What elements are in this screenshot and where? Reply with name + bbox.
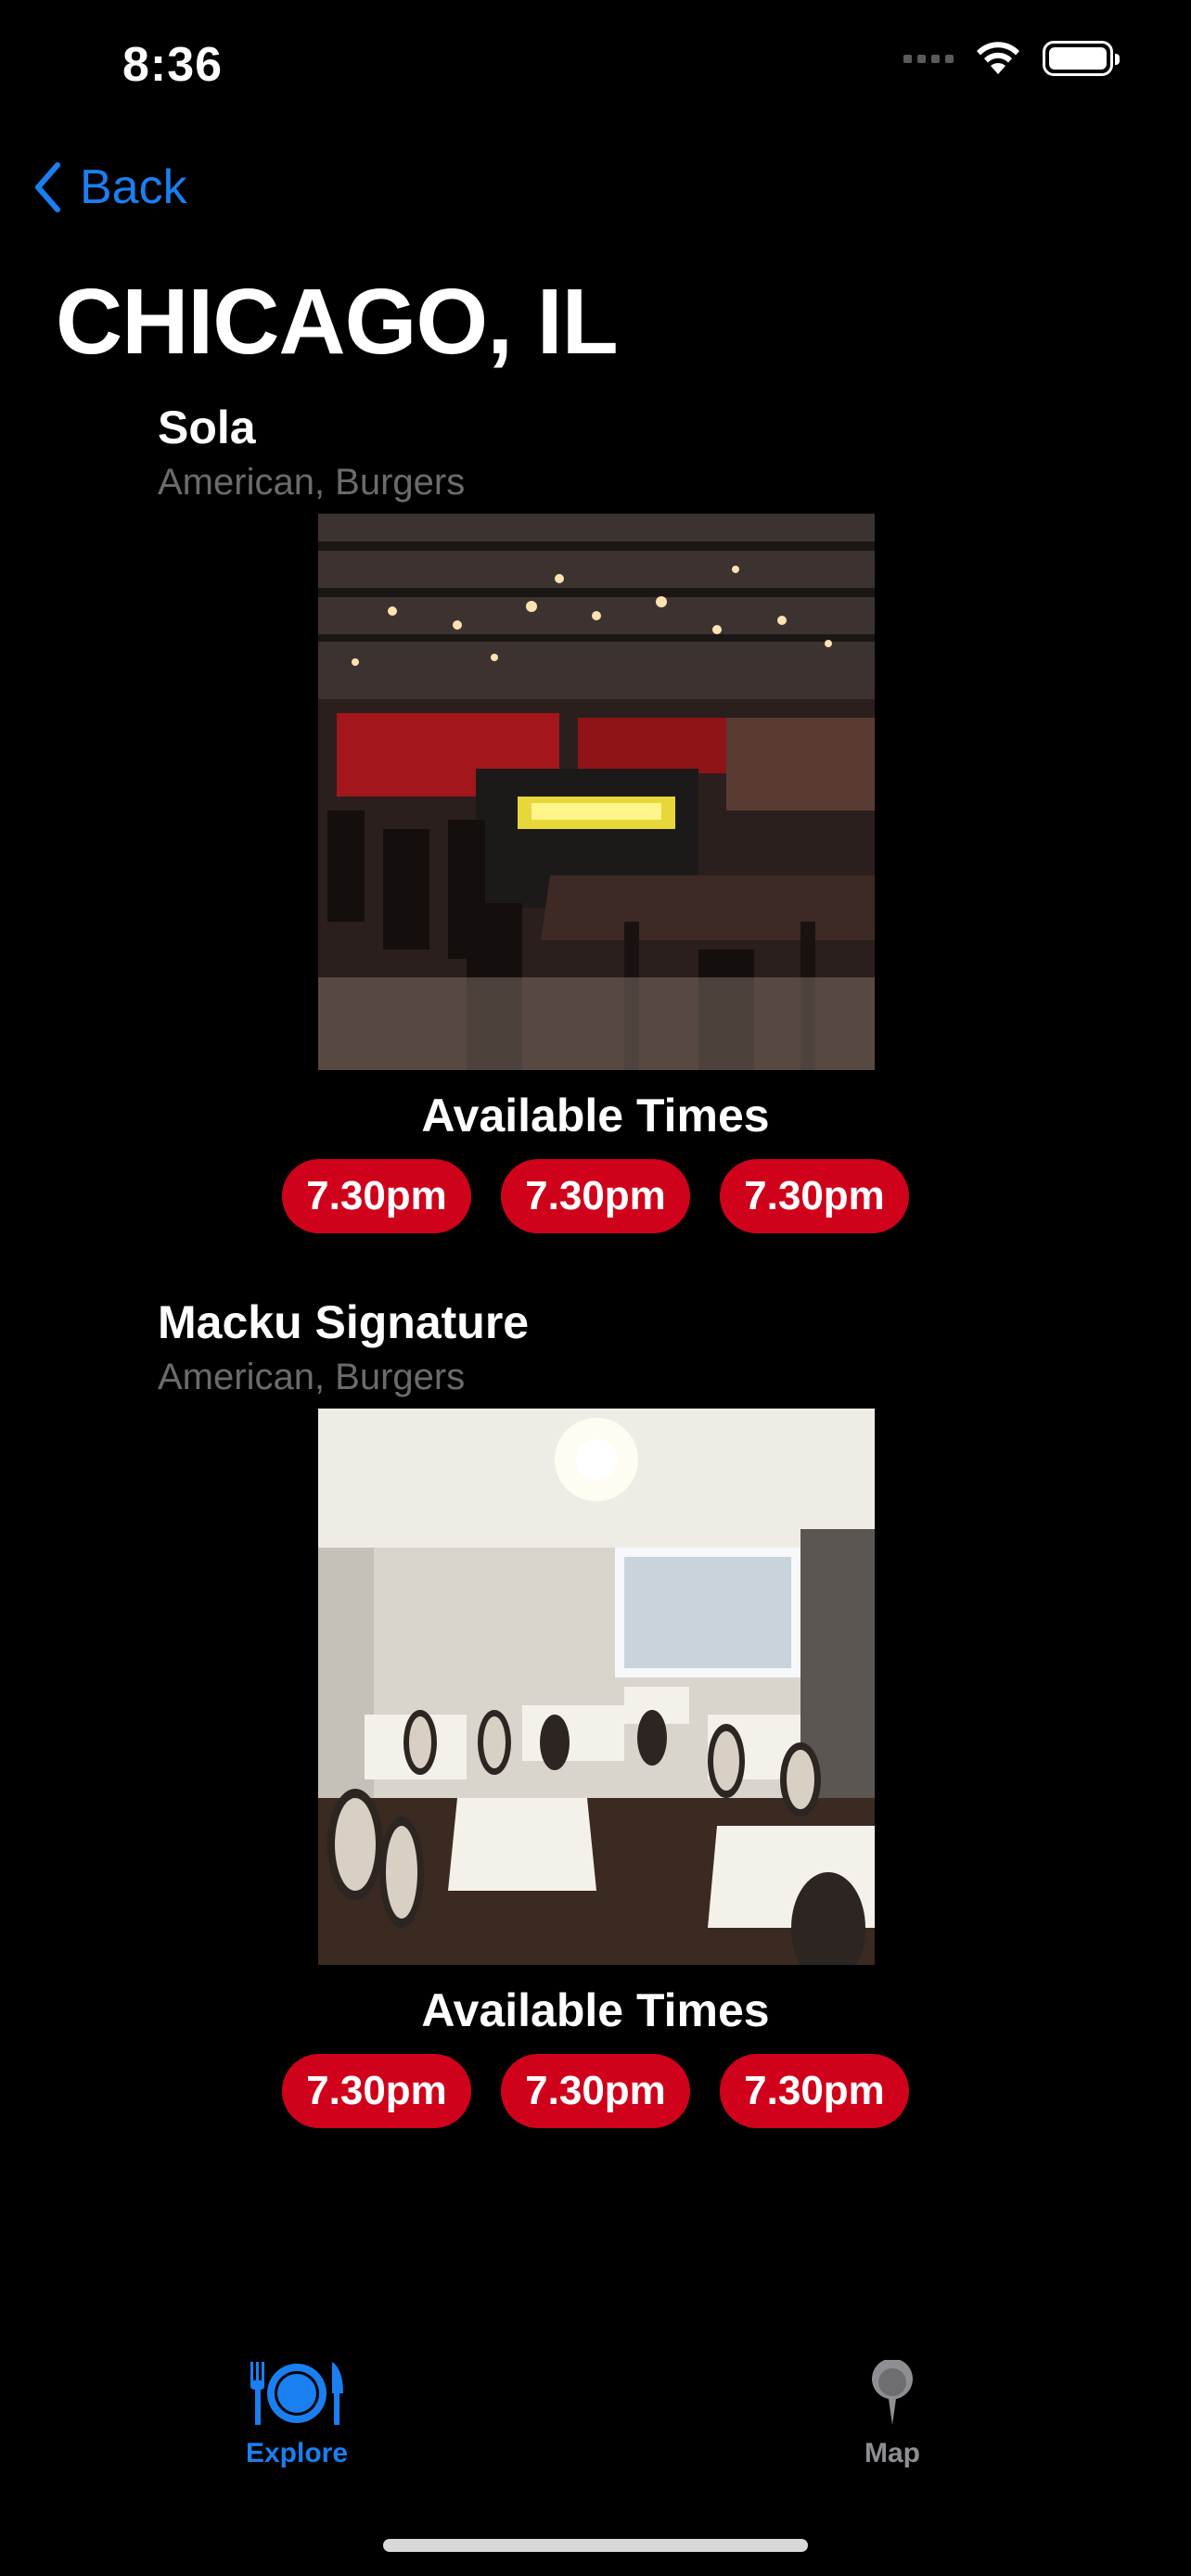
page-title: CHICAGO, IL	[56, 270, 619, 374]
home-indicator[interactable]	[383, 2539, 808, 2552]
status-icons	[903, 41, 1120, 76]
status-time: 8:36	[122, 38, 224, 92]
screen: 8:36 Back CHICAGO, IL Sola American, Bur…	[0, 0, 1191, 2576]
tab-map-label: Map	[864, 2438, 920, 2468]
cellular-signal-icon	[903, 54, 954, 63]
plate-utensils-icon	[250, 2362, 343, 2425]
time-slot-list: 7.30pm 7.30pm 7.30pm	[0, 1159, 1191, 1233]
time-slot-button[interactable]: 7.30pm	[501, 1159, 690, 1233]
time-slot-list: 7.30pm 7.30pm 7.30pm	[0, 2054, 1191, 2128]
time-slot-button[interactable]: 7.30pm	[282, 1159, 471, 1233]
time-slot-button[interactable]: 7.30pm	[282, 2054, 471, 2128]
time-slot-button[interactable]: 7.30pm	[720, 1159, 909, 1233]
back-label: Back	[80, 160, 187, 214]
restaurant-name: Macku Signature	[158, 1296, 530, 1348]
tab-explore[interactable]: Explore	[223, 2360, 371, 2469]
available-times-heading: Available Times	[421, 1984, 770, 2036]
restaurant-cuisine: American, Burgers	[158, 1357, 466, 1397]
restaurant-cuisine: American, Burgers	[158, 462, 466, 503]
back-button[interactable]: Back	[33, 159, 187, 215]
tab-explore-label: Explore	[245, 2438, 349, 2468]
restaurant-photo[interactable]	[318, 1409, 875, 1965]
available-times-heading: Available Times	[421, 1090, 770, 1141]
time-slot-button[interactable]: 7.30pm	[501, 2054, 690, 2128]
restaurant-name: Sola	[158, 402, 256, 453]
time-slot-button[interactable]: 7.30pm	[720, 2054, 909, 2128]
chevron-left-icon	[35, 162, 60, 212]
restaurant-photo[interactable]	[318, 514, 875, 1070]
map-pin-icon	[872, 2360, 913, 2425]
battery-icon	[1043, 41, 1120, 76]
tab-map[interactable]: Map	[818, 2360, 967, 2469]
wifi-icon	[977, 42, 1019, 74]
